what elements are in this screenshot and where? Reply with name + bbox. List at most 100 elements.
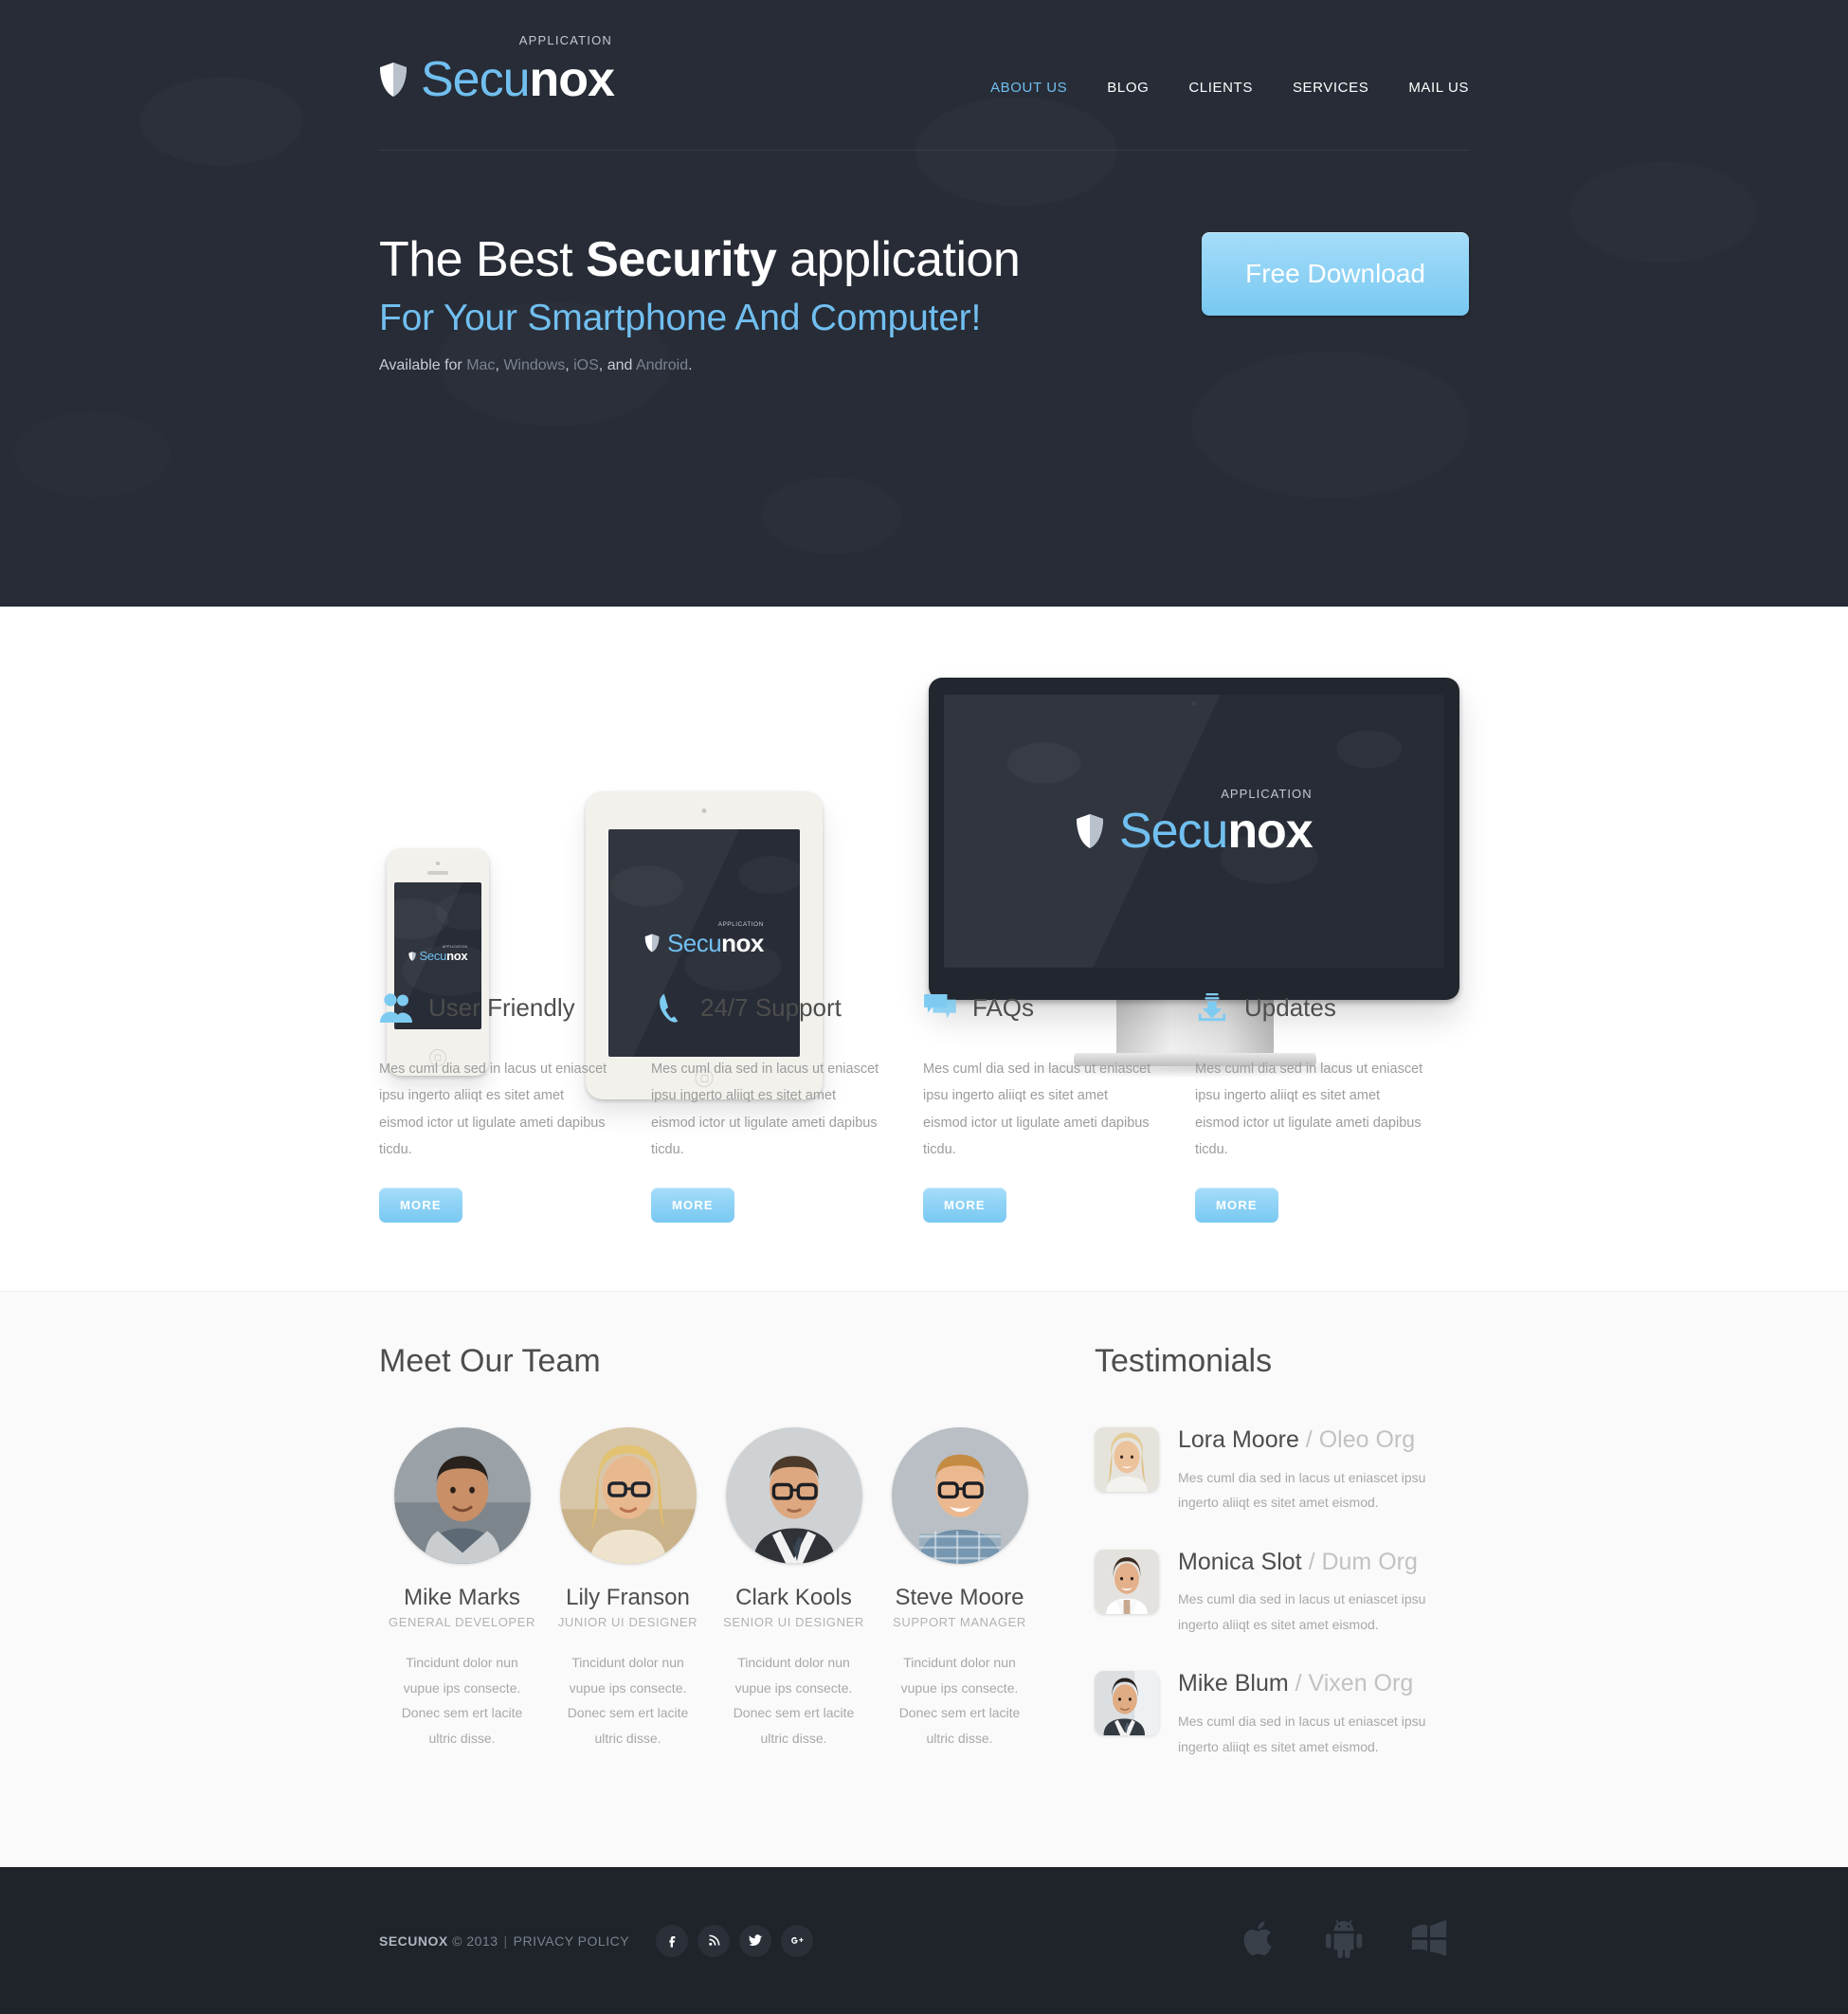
logo-name-white: nox <box>446 949 468 963</box>
google-plus-icon[interactable] <box>781 1924 814 1957</box>
apple-icon <box>1241 1915 1279 1966</box>
testimonial-separator: / <box>1288 1670 1309 1697</box>
platform-windows[interactable]: Windows <box>503 357 565 373</box>
logo-superscript: APPLICATION <box>518 33 612 47</box>
main-navigation[interactable]: ABOUT US BLOG CLIENTS SERVICES MAIL US <box>990 55 1469 96</box>
nav-item-services[interactable]: SERVICES <box>1293 80 1368 96</box>
hero-copy: The Best Security application For Your S… <box>379 225 1021 374</box>
phone-speaker <box>427 871 448 875</box>
feature-title: User Friendly <box>428 992 575 1022</box>
testimonial-item: Lora Moore / Oleo Org Mes cuml dia sed i… <box>1095 1426 1469 1515</box>
hero-heading: The Best Security application <box>379 232 1021 289</box>
testimonial-org: Vixen Org <box>1308 1670 1414 1697</box>
testimonial-text: Mes cuml dia sed in lacus ut eniascet ip… <box>1178 1591 1426 1632</box>
member-name: Lily Franson <box>566 1585 690 1611</box>
feature-card-user-friendly: User Friendly Mes cuml dia sed in lacus … <box>379 986 651 1224</box>
users-icon <box>379 990 413 1025</box>
member-bio: Tincidunt dolor nun vupue ips consecte. … <box>401 1655 523 1746</box>
member-bio: Tincidunt dolor nun vupue ips consecte. … <box>898 1655 1021 1746</box>
member-role: JUNIOR UI DESIGNER <box>557 1615 698 1630</box>
desktop-monitor-mockup: APPLICATION Secunox <box>929 678 1459 1000</box>
member-bio: Tincidunt dolor nun vupue ips consecte. … <box>733 1655 855 1746</box>
monitor-camera-icon <box>1191 701 1197 706</box>
feature-title: Updates <box>1244 992 1336 1022</box>
testimonial-separator: / <box>1298 1426 1319 1454</box>
monitor-screen: APPLICATION Secunox <box>944 695 1444 968</box>
facebook-icon[interactable] <box>656 1924 689 1957</box>
testimonials-column: Testimonials Lora Moore / Oleo Org Mes c… <box>1095 1343 1469 1793</box>
hero-heading-pre: The Best <box>379 232 587 287</box>
device-showcase: APPLICATIONSecunox APPLICATIONSecunox <box>0 607 1848 1099</box>
twitter-icon[interactable] <box>739 1924 772 1957</box>
more-button[interactable]: MORE <box>1195 1188 1278 1224</box>
features-grid: User Friendly Mes cuml dia sed in lacus … <box>379 986 1469 1224</box>
site-header: APPLICATION Secunox ABOUT US BLOG CLIENTS… <box>379 0 1469 151</box>
testimonial-name: Monica Slot / Dum Org <box>1178 1548 1469 1576</box>
feature-header: Updates <box>1195 986 1423 1029</box>
feature-header: 24/7 Support <box>651 986 879 1029</box>
testimonial-item: Mike Blum / Vixen Org Mes cuml dia sed i… <box>1095 1671 1469 1759</box>
member-role: SUPPORT MANAGER <box>893 1615 1026 1630</box>
testimonial-name: Lora Moore / Oleo Org <box>1178 1426 1469 1454</box>
team-testimonials-section: Meet Our Team Mike Marks GENERAL DEVELOP… <box>0 1291 1848 1868</box>
avatar <box>725 1427 862 1565</box>
team-member: Steve Moore SUPPORT MANAGER Tincidunt do… <box>877 1427 1042 1751</box>
hero-subheading: For Your Smartphone And Computer! <box>379 297 982 338</box>
platform-ios[interactable]: iOS <box>573 357 599 373</box>
more-button[interactable]: MORE <box>379 1188 462 1224</box>
footer-separator: | <box>503 1932 508 1949</box>
footer-copyright-year: © 2013 <box>452 1932 498 1949</box>
team-section-title: Meet Our Team <box>379 1343 601 1380</box>
team-member: Lily Franson JUNIOR UI DESIGNER Tincidun… <box>545 1427 711 1751</box>
avatar <box>891 1427 1028 1565</box>
sep: , and <box>598 357 636 374</box>
team-grid: Mike Marks GENERAL DEVELOPER Tincidunt d… <box>379 1427 1042 1751</box>
rss-icon[interactable] <box>698 1924 731 1957</box>
windows-icon <box>1408 1918 1450 1963</box>
sep: , <box>495 357 504 374</box>
nav-item-about-us[interactable]: ABOUT US <box>990 80 1067 96</box>
nav-item-clients[interactable]: CLIENTS <box>1188 80 1253 96</box>
testimonial-person: Lora Moore <box>1178 1426 1299 1454</box>
member-name: Mike Marks <box>404 1585 520 1611</box>
logo-name-white: nox <box>721 929 764 957</box>
platform-android[interactable]: Android <box>636 357 688 373</box>
testimonial-name: Mike Blum / Vixen Org <box>1178 1671 1469 1697</box>
avatar <box>559 1427 697 1565</box>
team-member: Clark Kools SENIOR UI DESIGNER Tincidunt… <box>711 1427 877 1751</box>
nav-item-mail-us[interactable]: MAIL US <box>1408 80 1469 96</box>
testimonial-org: Dum Org <box>1321 1548 1418 1575</box>
privacy-policy-link[interactable]: PRIVACY POLICY <box>514 1933 629 1949</box>
avatar <box>1095 1549 1159 1614</box>
platform-mac[interactable]: Mac <box>466 357 495 373</box>
hero-availability: Available for Mac, Windows, iOS, and And… <box>379 357 1020 374</box>
sep: . <box>688 357 693 374</box>
sep: , <box>565 357 574 374</box>
copyright: SECUNOX © 2013 | PRIVACY POLICY <box>379 1933 629 1949</box>
android-icon <box>1323 1917 1365 1964</box>
tablet-camera-icon <box>701 808 707 813</box>
footer-brand: SECUNOX <box>379 1932 448 1949</box>
site-logo[interactable]: APPLICATION Secunox <box>379 34 615 104</box>
hero-heading-post: application <box>776 232 1021 287</box>
more-button[interactable]: MORE <box>651 1188 734 1224</box>
site-footer: SECUNOX © 2013 | PRIVACY POLICY <box>0 1867 1848 2014</box>
free-download-button[interactable]: Free Download <box>1202 232 1469 316</box>
logo-name-accent: Secu <box>1118 804 1228 859</box>
feature-body: Mes cuml dia sed in lacus ut eniascet ip… <box>923 1061 1151 1157</box>
member-role: GENERAL DEVELOPER <box>389 1615 535 1630</box>
logo-superscript: APPLICATION <box>1221 787 1313 801</box>
feature-body: Mes cuml dia sed in lacus ut eniascet ip… <box>379 1061 607 1157</box>
logo-name-white: nox <box>1227 804 1313 859</box>
testimonial-separator: / <box>1301 1548 1322 1575</box>
feature-title: FAQs <box>972 992 1035 1022</box>
testimonial-text: Mes cuml dia sed in lacus ut eniascet ip… <box>1178 1713 1426 1754</box>
avatar <box>1095 1427 1159 1493</box>
more-button[interactable]: MORE <box>923 1188 1006 1224</box>
hero-content: The Best Security application For Your S… <box>379 151 1469 374</box>
feature-body: Mes cuml dia sed in lacus ut eniascet ip… <box>651 1061 879 1157</box>
nav-item-blog[interactable]: BLOG <box>1107 80 1149 96</box>
chat-bubbles-icon <box>923 990 957 1025</box>
member-name: Steve Moore <box>895 1585 1024 1611</box>
download-icon <box>1195 990 1229 1025</box>
